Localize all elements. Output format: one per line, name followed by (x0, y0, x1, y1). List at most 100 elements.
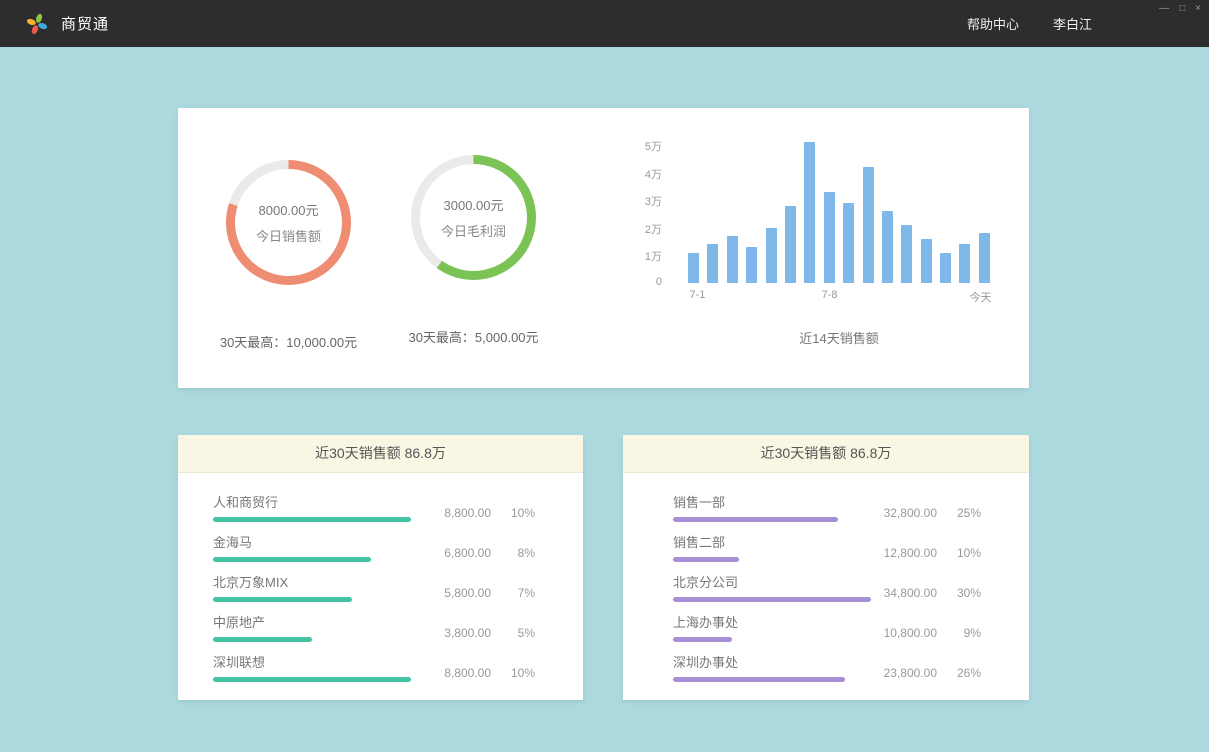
item-amount: 32,800.00 (884, 506, 937, 520)
item-amount: 8,800.00 (444, 666, 491, 680)
sales-bar (785, 206, 796, 283)
item-progress-bar (213, 677, 411, 682)
list-item: 中原地产3,800.005% (213, 609, 535, 649)
topbar-right: 帮助中心 李白江 (967, 0, 1092, 47)
item-percent: 30% (953, 586, 981, 600)
item-progress-bar (213, 557, 371, 562)
item-progress-bar (673, 677, 845, 682)
panel-title: 近30天销售额 86.8万 (178, 435, 583, 473)
list-item: 深圳办事处23,800.0026% (673, 649, 981, 689)
list-item: 北京分公司34,800.0030% (673, 569, 981, 609)
donut-label: 今日销售额 (256, 226, 321, 245)
customers-panel: 近30天销售额 86.8万 人和商贸行8,800.0010%金海马6,800.0… (178, 435, 583, 700)
item-value: 10,800.00 9% (884, 626, 981, 640)
sales-bar (707, 244, 718, 283)
sales-bar (766, 228, 777, 283)
y-axis-tick: 3万 (614, 193, 662, 209)
item-value: 8,800.00 10% (444, 666, 535, 680)
item-percent: 5% (507, 626, 535, 640)
today-profit-donut: 3000.00元 今日毛利润 30天最高：5,000.00元 (411, 155, 536, 280)
sales-bar (824, 192, 835, 283)
sales-bar (688, 253, 699, 283)
list-item: 上海办事处10,800.009% (673, 609, 981, 649)
y-axis-tick: 0 (614, 276, 662, 288)
app-logo-icon (26, 13, 48, 35)
sales-bar (863, 167, 874, 283)
customers-list: 人和商贸行8,800.0010%金海马6,800.008%北京万象MIX5,80… (178, 473, 583, 689)
list-item: 深圳联想8,800.0010% (213, 649, 535, 689)
today-sales-donut: 8000.00元 今日销售额 30天最高：10,000.00元 (226, 160, 351, 285)
user-name[interactable]: 李白江 (1053, 14, 1092, 33)
departments-list: 销售一部32,800.0025%销售二部12,800.0010%北京分公司34,… (623, 473, 1029, 689)
y-axis-tick: 1万 (614, 248, 662, 264)
item-amount: 8,800.00 (444, 506, 491, 520)
list-item: 金海马6,800.008% (213, 529, 535, 569)
item-progress-bar (213, 637, 312, 642)
item-amount: 23,800.00 (884, 666, 937, 680)
y-axis-tick: 4万 (614, 166, 662, 182)
y-axis-tick: 5万 (614, 138, 662, 154)
item-percent: 9% (953, 626, 981, 640)
sales-bar (882, 211, 893, 283)
x-axis-tick: 7-1 (689, 289, 705, 301)
sales-bar (901, 225, 912, 283)
item-amount: 34,800.00 (884, 586, 937, 600)
item-value: 23,800.00 26% (884, 666, 981, 680)
item-progress-bar (673, 597, 871, 602)
item-percent: 10% (507, 666, 535, 680)
item-progress-bar (213, 597, 352, 602)
item-progress-bar (673, 517, 838, 522)
x-axis: 7-17-8今天 (688, 289, 990, 303)
x-axis-tick: 今天 (970, 289, 992, 305)
sales-bar (746, 247, 757, 283)
item-value: 34,800.00 30% (884, 586, 981, 600)
departments-panel: 近30天销售额 86.8万 销售一部32,800.0025%销售二部12,800… (623, 435, 1029, 700)
donut-ring: 8000.00元 今日销售额 (226, 160, 351, 285)
overview-panel: 8000.00元 今日销售额 30天最高：10,000.00元 3000.00元… (178, 108, 1029, 388)
item-percent: 25% (953, 506, 981, 520)
item-percent: 26% (953, 666, 981, 680)
donut-label: 今日毛利润 (441, 221, 506, 240)
app-title: 商贸通 (61, 13, 109, 34)
topbar: 商贸通 帮助中心 李白江 — □ × (0, 0, 1209, 47)
item-progress-bar (673, 637, 732, 642)
donut-ring: 3000.00元 今日毛利润 (411, 155, 536, 280)
list-item: 人和商贸行8,800.0010% (213, 489, 535, 529)
y-axis-tick: 2万 (614, 221, 662, 237)
sales-bar (843, 203, 854, 283)
sales-bar (959, 244, 970, 283)
sales-bar (979, 233, 990, 283)
list-item: 销售二部12,800.0010% (673, 529, 981, 569)
item-progress-bar (673, 557, 739, 562)
item-amount: 3,800.00 (444, 626, 491, 640)
donut-value: 8000.00元 (259, 200, 319, 219)
minimize-icon[interactable]: — (1159, 3, 1169, 15)
item-value: 12,800.00 10% (884, 546, 981, 560)
item-value: 8,800.00 10% (444, 506, 535, 520)
item-amount: 5,800.00 (444, 586, 491, 600)
maximize-icon[interactable]: □ (1179, 3, 1185, 15)
item-amount: 12,800.00 (884, 546, 937, 560)
donut-value: 3000.00元 (444, 195, 504, 214)
item-percent: 10% (953, 546, 981, 560)
close-icon[interactable]: × (1195, 3, 1201, 15)
donut-center: 8000.00元 今日销售额 (235, 169, 342, 276)
item-percent: 7% (507, 586, 535, 600)
window-controls: — □ × (1159, 3, 1201, 15)
item-value: 32,800.00 25% (884, 506, 981, 520)
donut-center: 3000.00元 今日毛利润 (420, 164, 527, 271)
sales-bar-chart (688, 145, 990, 283)
sales-bar (804, 142, 815, 283)
item-percent: 8% (507, 546, 535, 560)
item-amount: 10,800.00 (884, 626, 937, 640)
y-axis: 5万4万3万2万1万0 (614, 145, 662, 283)
item-progress-bar (213, 517, 411, 522)
sales-bar (727, 236, 738, 283)
item-percent: 10% (507, 506, 535, 520)
help-center-link[interactable]: 帮助中心 (967, 14, 1019, 33)
sales-bar (921, 239, 932, 283)
panel-title: 近30天销售额 86.8万 (623, 435, 1029, 473)
donut-footer: 30天最高：10,000.00元 (220, 332, 357, 351)
item-value: 5,800.00 7% (444, 586, 535, 600)
sales-bar (940, 253, 951, 283)
